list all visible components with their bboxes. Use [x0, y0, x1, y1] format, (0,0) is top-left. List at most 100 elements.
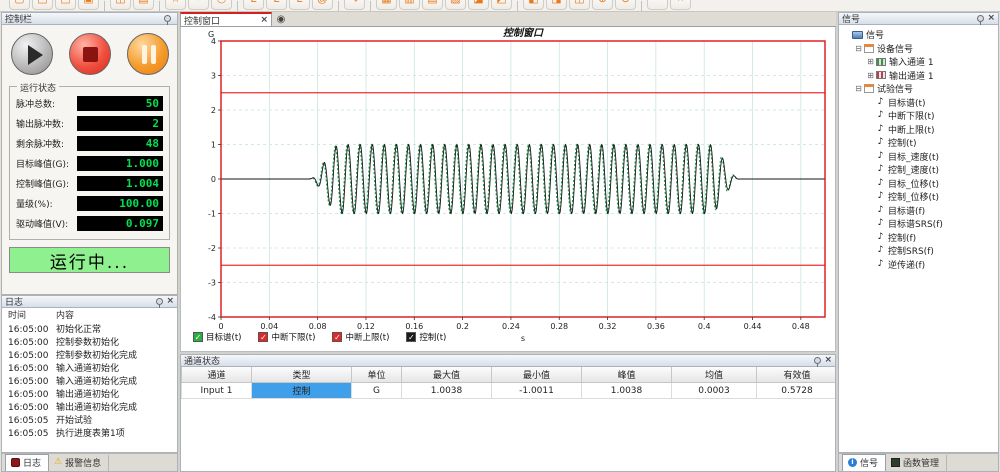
chart-grid-2-icon[interactable]: ▥ — [399, 0, 420, 10]
close-icon[interactable]: × — [670, 0, 691, 10]
channel-column-header: 峰值 — [582, 367, 672, 383]
snapshot-icon[interactable]: ◉ — [272, 12, 290, 26]
log-row: 16:05:00控制参数初始化完成 — [8, 350, 177, 363]
svg-text:-4: -4 — [208, 313, 216, 322]
svg-text:3: 3 — [211, 72, 216, 81]
tree-item-label: 控制(f) — [888, 231, 916, 244]
save-all-icon[interactable]: ▣ — [78, 0, 99, 10]
pause-button[interactable] — [127, 33, 169, 75]
tab-function-manager[interactable]: 函数管理 — [886, 455, 947, 471]
tree-item[interactable]: ♪目标_位移(t) — [842, 177, 998, 191]
pin-icon[interactable] — [977, 15, 984, 22]
log-row: 16:05:00初始化正常 — [8, 324, 177, 337]
zoom-out-icon[interactable]: ⊖ — [615, 0, 636, 10]
signal-icon: ♪ — [876, 246, 885, 255]
tree-item[interactable]: ♪中断下限(t) — [842, 109, 998, 123]
signal-window-2-icon[interactable]: L — [266, 0, 287, 10]
close-tab-icon[interactable]: × — [260, 16, 268, 25]
tree-item[interactable]: ♪目标_速度(t) — [842, 150, 998, 164]
signal-icon: ♪ — [876, 98, 885, 107]
tree-item[interactable]: 信号 — [842, 28, 998, 42]
tree-item[interactable]: ⊟试验信号 — [842, 82, 998, 96]
legend-checkbox[interactable]: ✓ — [193, 332, 203, 342]
legend-label: 控制(t) — [419, 331, 446, 343]
tree-item[interactable]: ♪逆传递(f) — [842, 258, 998, 272]
channel-row[interactable]: Input 1控制G1.0038-1.00111.00380.00030.572… — [182, 383, 837, 399]
tree-item[interactable]: ♪控制(f) — [842, 231, 998, 245]
tree-item[interactable]: ♪控制_速度(t) — [842, 163, 998, 177]
tree-item[interactable]: ♪控制(t) — [842, 136, 998, 150]
signal-panel: 信号 × 信号⊟设备信号⊞输入通道 1⊞输出通道 1⊟试验信号♪目标谱(t)♪中… — [838, 12, 999, 472]
expander-icon[interactable]: ⊟ — [854, 84, 863, 93]
signal-window-3-icon[interactable]: L — [289, 0, 310, 10]
tab-control-window[interactable]: 控制窗口 × — [180, 12, 272, 26]
log-row: 16:05:00输入通道初始化完成 — [8, 376, 177, 389]
expander-icon[interactable]: ⊟ — [854, 44, 863, 53]
new-doc-icon[interactable]: ▢ — [9, 0, 30, 10]
wave-record-icon[interactable]: ∿ — [344, 0, 365, 10]
chart-grid-1-icon[interactable]: ▦ — [376, 0, 397, 10]
chart-line-1-icon[interactable]: ◪ — [468, 0, 489, 10]
pin-icon[interactable] — [164, 15, 171, 22]
expander-icon[interactable]: ⊞ — [866, 57, 875, 66]
schedule-clock-icon[interactable]: ◷ — [211, 0, 232, 10]
tab-signal[interactable]: i 信号 — [842, 454, 886, 471]
chart-line-2-icon[interactable]: ◩ — [491, 0, 512, 10]
expander-icon[interactable]: ⊞ — [866, 71, 875, 80]
close-icon[interactable]: × — [824, 356, 832, 365]
input-channel-icon — [876, 58, 886, 66]
tab-alarm-info[interactable]: ⚠ 报警信息 — [49, 455, 109, 471]
signal-window-1-icon[interactable]: L — [243, 0, 264, 10]
stop-button[interactable] — [69, 33, 111, 75]
channel-column-header: 有效值 — [757, 367, 837, 383]
open-doc-icon[interactable]: ◳ — [32, 0, 53, 10]
tree-item-label: 控制SRS(f) — [888, 244, 934, 257]
log-row: 16:05:00输出通道初始化 — [8, 389, 177, 402]
zoom-in-icon[interactable]: ⊕ — [592, 0, 613, 10]
tab-log[interactable]: 日志 — [5, 454, 49, 471]
tree-item-label: 目标_位移(t) — [888, 177, 939, 190]
window-new-icon[interactable]: ◱ — [569, 0, 590, 10]
status-field: 控制峰值(G):1.004 — [16, 176, 163, 191]
legend-label: 中断上限(t) — [345, 331, 389, 343]
window-tile-h-icon[interactable]: ◧ — [523, 0, 544, 10]
chart-grid-3-icon[interactable]: ▤ — [422, 0, 443, 10]
tree-item[interactable]: ♪目标谱(f) — [842, 204, 998, 218]
legend-checkbox[interactable]: ✓ — [258, 332, 268, 342]
tree-item[interactable]: ♪中断上限(t) — [842, 123, 998, 137]
tree-item-label: 中断上限(t) — [888, 123, 935, 136]
close-icon[interactable]: × — [166, 297, 174, 306]
log-list: 时间 内容 16:05:00初始化正常16:05:00控制参数初始化16:05:… — [1, 308, 178, 453]
print-icon[interactable]: ▤ — [133, 0, 154, 10]
channel-status-table: 通道类型单位最大值最小值峰值均值有效值 Input 1控制G1.0038-1.0… — [181, 367, 836, 399]
signal-window-at-icon[interactable]: @ — [312, 0, 333, 10]
status-field: 剩余脉冲数:48 — [16, 136, 163, 151]
status-field-value: 1.000 — [77, 156, 163, 171]
tree-item[interactable]: ♪控制_位移(t) — [842, 190, 998, 204]
pin-icon[interactable] — [814, 357, 821, 364]
control-chart-svg[interactable]: 00.040.080.120.160.20.240.280.320.360.40… — [181, 27, 835, 350]
tree-item[interactable]: ♪目标谱SRS(f) — [842, 217, 998, 231]
channel-cell: 0.5728 — [757, 383, 837, 399]
window-tile-v-icon[interactable]: ◨ — [546, 0, 567, 10]
save-doc-icon[interactable]: ◰ — [55, 0, 76, 10]
import-icon[interactable]: ◫ — [110, 0, 131, 10]
undo-icon[interactable]: ↶ — [647, 0, 668, 10]
tree-item[interactable]: ⊟设备信号 — [842, 42, 998, 56]
tree-item[interactable]: ⊞输入通道 1 — [842, 55, 998, 69]
tree-item[interactable]: ♪目标谱(t) — [842, 96, 998, 110]
tree-item[interactable]: ⊞输出通道 1 — [842, 69, 998, 83]
control-chart-area[interactable]: 00.040.080.120.160.20.240.280.320.360.40… — [180, 27, 836, 352]
signal-icon: ♪ — [876, 260, 885, 269]
chart-grid-4-icon[interactable]: ▨ — [445, 0, 466, 10]
toolbar-separator — [517, 1, 518, 11]
favorites-icon[interactable]: ☆ — [165, 0, 186, 10]
pin-icon[interactable] — [156, 298, 163, 305]
legend-checkbox[interactable]: ✓ — [332, 332, 342, 342]
close-icon[interactable]: × — [987, 14, 995, 23]
legend-checkbox[interactable]: ✓ — [406, 332, 416, 342]
tree-item[interactable]: ♪控制SRS(f) — [842, 244, 998, 258]
play-button[interactable] — [11, 33, 53, 75]
report-pie-icon[interactable]: ◔ — [188, 0, 209, 10]
svg-text:0.36: 0.36 — [647, 322, 665, 331]
